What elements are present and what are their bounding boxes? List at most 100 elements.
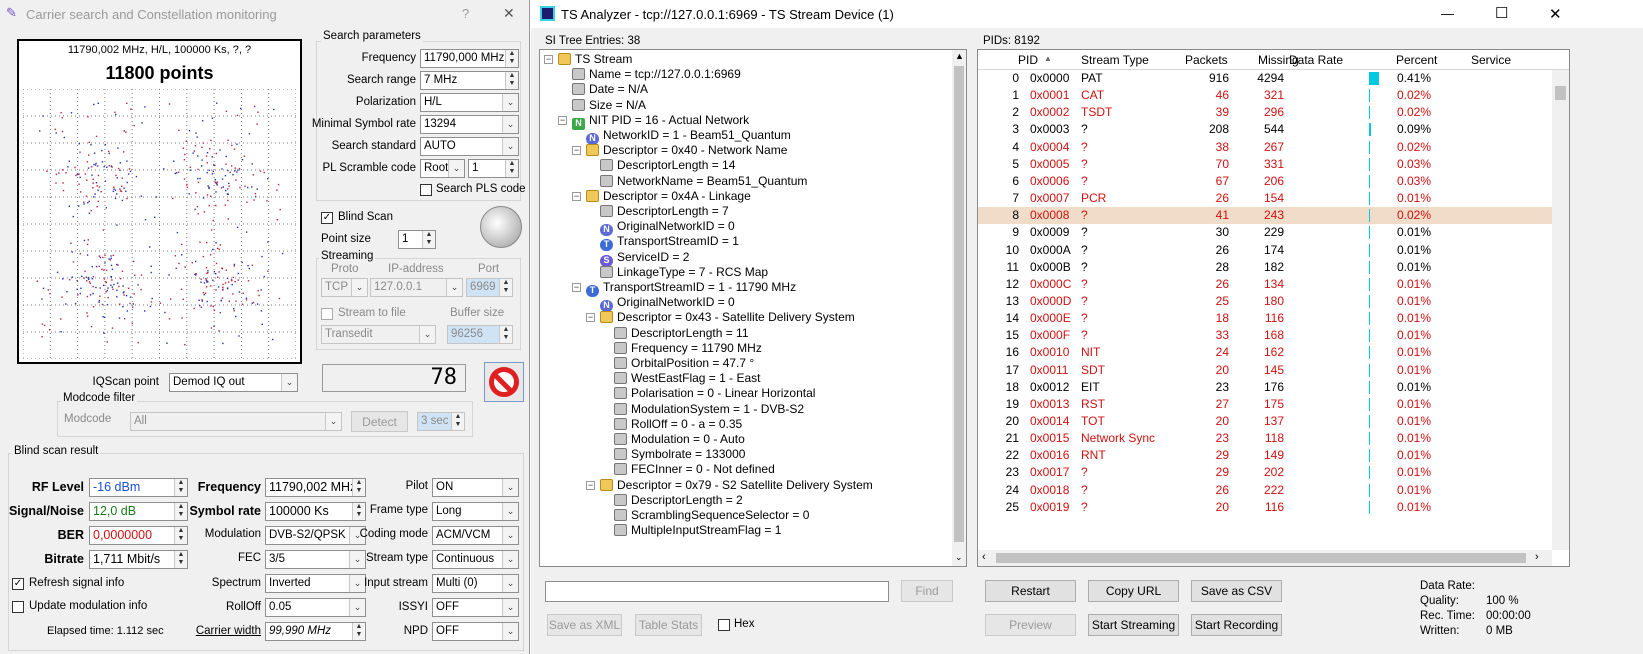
frequency-input[interactable]: 11790,000 MHz ▲ ▼ [420,49,519,68]
tree-node[interactable]: ModulationSystem = 1 - DVB-S2 [614,402,804,417]
tree-node[interactable]: OrbitalPosition = 47.7 ° [614,356,754,371]
tree-expander[interactable]: − [572,191,581,201]
col-data-rate[interactable]: Data Rate [1289,53,1343,67]
pid-table[interactable]: PID ▲ Stream Type Packets Missing Data R… [977,49,1570,567]
start-streaming-button[interactable]: Start Streaming [1088,614,1179,636]
tree-node[interactable]: NetworkName = Beam51_Quantum [600,174,807,189]
stream-target-select[interactable]: Transedit ⌄ [321,325,436,344]
tree-node[interactable]: RollOff = 0 - a = 0.35 [614,417,742,432]
pid-row[interactable]: 1 0x0001 CAT 46 321 0.02% [978,87,1568,104]
tree-node[interactable]: Descriptor = 0x4A - Linkage [586,189,751,204]
tree-node[interactable]: Frequency = 11790 MHz [614,341,762,356]
update-modulation-checkbox[interactable] [12,601,24,613]
tree-node[interactable]: Descriptor = 0x40 - Network Name [586,143,787,158]
col-pid[interactable]: PID [1018,53,1038,67]
point-size-input[interactable]: 1 ▲ ▼ [398,230,436,249]
find-input[interactable] [545,581,889,602]
tree-node[interactable]: N NetworkID = 1 - Beam51_Quantum [586,128,791,145]
tree-expander[interactable]: − [586,313,595,323]
detect-button[interactable]: Detect [351,411,408,432]
hex-checkbox[interactable] [718,619,730,631]
modcode-select[interactable]: All ⌄ [130,412,342,431]
tree-node[interactable]: Symbolrate = 133000 [614,447,745,462]
pid-row[interactable]: 6 0x0006? 67 206 0.03% [978,173,1568,190]
tree-node[interactable]: FECInner = 0 - Not defined [614,462,775,477]
pid-row[interactable]: 0 0x0000 PAT 916 4294 0.41% [978,70,1568,87]
save-xml-button[interactable]: Save as XML [547,614,622,636]
tree-node[interactable]: S ServiceID = 2 [600,250,689,267]
tree-expander[interactable]: − [572,283,581,292]
pid-row[interactable]: 4 0x0004? 38 267 0.02% [978,139,1568,156]
stop-button[interactable] [484,362,524,402]
tree-node[interactable]: N NIT PID = 16 - Actual Network [572,113,749,130]
copy-url-button[interactable]: Copy URL [1088,580,1179,602]
stream-to-file-checkbox[interactable] [321,308,333,320]
start-recording-button[interactable]: Start Recording [1191,614,1282,636]
tree-node[interactable]: MultipleInputStreamFlag = 1 [614,523,781,538]
table-stats-button[interactable]: Table Stats [635,614,702,636]
tree-node[interactable]: DescriptorLength = 7 [600,204,729,219]
maximize-button[interactable]: ☐ [1495,4,1508,22]
save-csv-button[interactable]: Save as CSV [1191,580,1282,602]
tree-expander[interactable]: − [572,146,581,156]
pid-row[interactable]: 13 0x000D? 25 180 0.01% [978,293,1568,310]
port-input[interactable]: 6969 ▲ ▼ [466,278,513,297]
tree-node[interactable]: Size = N/A [572,98,646,113]
tree-node[interactable]: Name = tcp://127.0.0.1:6969 [572,67,741,82]
pid-row[interactable]: 10 0x000A? 26 174 0.01% [978,242,1568,259]
help-button[interactable]: ? [462,6,469,21]
tree-node[interactable]: N OriginalNetworkID = 0 [600,295,735,313]
tree-node[interactable]: Modulation = 0 - Auto [614,432,745,447]
frame-type-select[interactable]: Long ⌄ [432,502,519,521]
col-stream-type[interactable]: Stream Type [1081,53,1149,67]
search-pls-checkbox[interactable] [420,184,432,196]
tree-node[interactable]: T TransportStreamID = 1 [600,234,739,252]
carrier-width-link[interactable]: Carrier width [196,625,261,637]
pid-row[interactable]: 5 0x0005? 70 331 0.03% [978,156,1568,173]
min-symbol-rate-select[interactable]: 13294 ⌄ [420,115,519,134]
pid-row[interactable]: 12 0x000C? 26 134 0.01% [978,276,1568,293]
close-button[interactable]: ✕ [503,5,515,22]
search-range-input[interactable]: 7 MHz ▲ ▼ [420,71,519,90]
tree-expander[interactable]: − [558,115,567,125]
col-service[interactable]: Service [1471,53,1511,67]
pid-row[interactable]: 7 0x0007 PCR 26 154 0.01% [978,190,1568,207]
tree-node[interactable]: Descriptor = 0x79 - S2 Satellite Deliver… [600,478,873,493]
spectrum-select[interactable]: Inverted ⌄ [265,574,366,593]
col-percent[interactable]: Percent [1396,53,1437,67]
tree-node[interactable]: Descriptor = 0x43 - Satellite Delivery S… [600,310,855,325]
input-stream-select[interactable]: Multi (0) ⌄ [432,574,519,593]
pl-code-input[interactable]: 1 ▲ ▼ [468,159,519,178]
tree-node[interactable]: Date = N/A [572,82,648,97]
pid-row[interactable]: 11 0x000B? 28 182 0.01% [978,259,1568,276]
tree-expander[interactable]: − [544,55,553,64]
pid-row[interactable]: 23 0x0017? 29 202 0.01% [978,464,1568,481]
search-standard-select[interactable]: AUTO ⌄ [420,137,519,156]
proto-select[interactable]: TCP ⌄ [321,278,368,297]
issyi-select[interactable]: OFF ⌄ [432,598,519,617]
coding-mode-select[interactable]: ACM/VCM ⌄ [432,526,519,545]
pid-row[interactable]: 9 0x0009? 30 229 0.01% [978,224,1568,241]
restart-button[interactable]: Restart [985,580,1076,602]
pid-row[interactable]: 25 0x0019? 20 116 0.01% [978,499,1568,516]
refresh-signal-checkbox[interactable]: ✓ [12,578,24,590]
tree-node[interactable]: N OriginalNetworkID = 0 [600,219,735,237]
npd-select[interactable]: OFF ⌄ [432,622,519,641]
iqscan-select[interactable]: Demod IQ out ⌄ [169,373,298,392]
pid-hscrollbar[interactable]: ‹ › [978,550,1552,566]
pid-row[interactable]: 22 0x0016 RNT 29 149 0.01% [978,447,1568,464]
col-packets[interactable]: Packets [1185,53,1228,67]
pid-row[interactable]: 16 0x0010 NIT 24 162 0.01% [978,344,1568,361]
minimize-button[interactable]: — [1441,6,1454,21]
pid-vscrollbar[interactable] [1552,70,1569,550]
tree-node[interactable]: T TransportStreamID = 1 - 11790 MHz [586,280,796,297]
blind-scan-checkbox[interactable]: ✓ [321,212,333,224]
buffer-size-input[interactable]: 96256 ▲ ▼ [447,325,513,344]
pid-row[interactable]: 24 0x0018? 26 222 0.01% [978,482,1568,499]
pid-row[interactable]: 3 0x0003? 208 544 0.09% [978,121,1568,138]
ip-select[interactable]: 127.0.0.1 ⌄ [370,278,463,297]
timeout-input[interactable]: 3 sec ▲ ▼ [417,412,465,431]
pid-row[interactable]: 15 0x000F? 33 168 0.01% [978,327,1568,344]
pid-row[interactable]: 17 0x0011 SDT 20 145 0.01% [978,362,1568,379]
tree-node[interactable]: TS Stream [558,52,632,67]
